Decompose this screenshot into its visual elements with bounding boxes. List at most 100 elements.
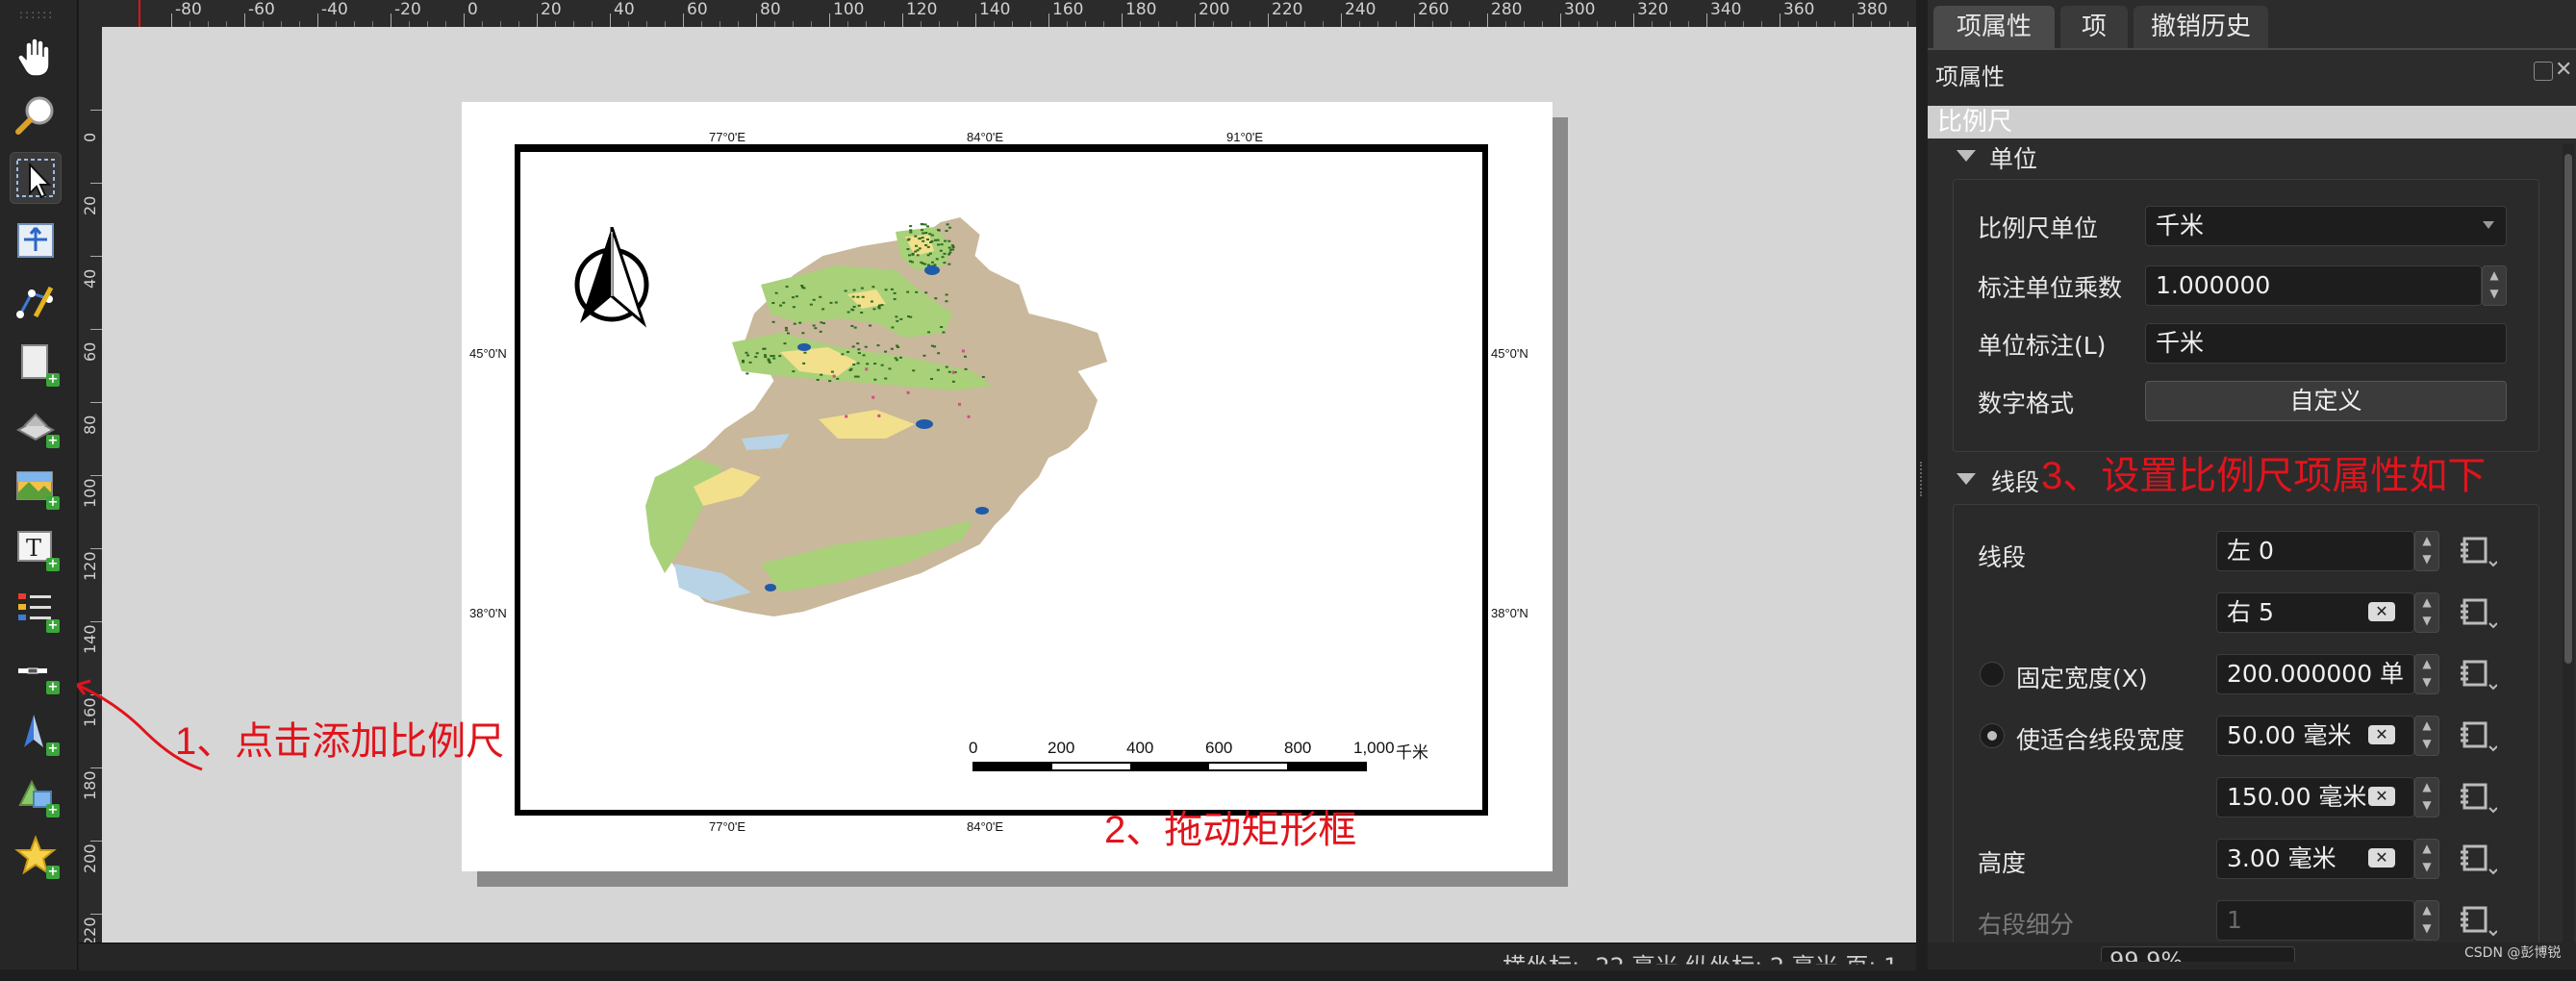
forest-pixel [951,248,955,251]
right-subdiv-field[interactable]: 1 [2216,900,2414,941]
forest-pixel [871,286,875,289]
forest-pixel [921,223,924,226]
multiplier-spinner[interactable]: ▲ ▼ [2482,265,2507,306]
forest-pixel [926,245,930,248]
forest-pixel [890,347,894,350]
panel-scrollbar-thumb[interactable] [2564,154,2572,664]
fixed-width-label[interactable]: 固定宽度(X) [2016,660,2148,694]
grid-label-top-3: 91°0'E [1226,130,1264,144]
collapse-units-icon[interactable] [1957,150,1976,162]
data-defined-override-icon[interactable] [2459,841,2503,881]
collapse-segments-icon[interactable] [1957,473,1976,485]
segments-group-title[interactable]: 线段 [1991,464,2039,498]
forest-pixel [935,258,939,261]
float-panel-icon[interactable] [2534,62,2553,81]
add-scalebar-tool[interactable]: + [10,644,62,696]
ruler-label: -20 [394,0,421,19]
ruler-tick [171,13,172,27]
tab-undo-history[interactable]: 撤销历史 [2134,6,2268,48]
pan-tool[interactable] [10,31,62,83]
move-content-icon [17,223,54,258]
tab-items[interactable]: 项 [2060,6,2128,48]
tab-item-properties[interactable]: 项属性 [1933,6,2055,48]
clear-icon[interactable]: ✕ [2368,602,2395,621]
custom-format-button[interactable]: 自定义 [2145,381,2507,421]
multiplier-field[interactable]: 1.000000 [2145,265,2482,306]
annotation-step3: 3、设置比例尺项属性如下 [2041,455,2487,497]
forest-pixel [880,304,884,307]
segments-left-spinner[interactable]: ▲ ▼ [2414,531,2439,571]
fixed-width-radio[interactable] [1980,662,2005,687]
add-legend-tool[interactable]: + [10,583,62,635]
forest-pixel [742,360,745,363]
ruler-label: 80 [81,415,99,435]
panel-splitter[interactable] [1916,0,1928,969]
scalebar-item[interactable]: 0 200 400 600 800 1,000 千米 [969,739,1434,777]
add-north-arrow-tool[interactable]: + [10,706,62,758]
ruler-tick [90,402,102,403]
fit-width-label[interactable]: 使适合线段宽度 [2016,721,2185,756]
ruler-label: 40 [81,268,99,289]
zoom-combo[interactable]: 99.9% [2101,946,2295,962]
fit-width-radio[interactable] [1980,723,2005,748]
add-marker-tool[interactable]: + [10,829,62,881]
forest-pixel [785,286,789,289]
add-3d-map-tool[interactable]: + [10,398,62,450]
right-subdiv-spinner[interactable]: ▲ ▼ [2414,900,2439,941]
scale-units-combo[interactable]: 千米 [2145,206,2507,246]
ruler-tick [610,13,611,27]
forest-pixel [850,324,854,327]
forest-pixel [856,342,860,345]
fixed-width-field[interactable]: 200.000000 单 [2216,654,2414,694]
data-defined-override-icon[interactable] [2459,717,2503,758]
scalebar-tick-label: 800 [1284,739,1312,757]
fit-min-spinner[interactable]: ▲ ▼ [2414,716,2439,756]
move-content-tool[interactable] [10,214,62,265]
forest-pixel [933,345,937,348]
forest-pixel [946,223,949,226]
horizontal-ruler[interactable]: -80 -60 -40 -20 0 20 40 60 80 100 120 140 160 180 200 2… [79,0,1916,28]
zoom-tool[interactable] [10,88,62,140]
add-label-tool[interactable]: T + [10,521,62,573]
data-defined-override-icon[interactable] [2459,779,2503,819]
vertical-ruler[interactable]: 0 20 40 60 80 100 120 140 160 180 200 220 [79,27,103,946]
ruler-tick [90,548,102,549]
forest-pixel [748,361,752,364]
close-panel-icon[interactable]: ✕ [2555,58,2572,82]
data-defined-override-icon[interactable] [2459,902,2503,943]
segments-left-field[interactable]: 左 0 [2216,531,2414,571]
forest-pixel [822,322,826,325]
map-item[interactable]: 0 200 400 600 800 1,000 千米 [515,144,1488,816]
clear-icon[interactable]: ✕ [2368,725,2395,744]
forest-pixel [853,375,857,378]
add-shape-tool[interactable]: + [10,767,62,819]
select-tool[interactable] [10,152,62,204]
forest-pixel [922,232,925,235]
fit-max-spinner[interactable]: ▲ ▼ [2414,777,2439,818]
add-picture-tool[interactable]: + [10,460,62,512]
ruler-tick [90,256,102,257]
north-arrow-item[interactable] [568,227,655,333]
clear-icon[interactable]: ✕ [2368,787,2395,806]
forest-pixel [922,354,926,357]
toolbar-grip[interactable]: :::::: [19,8,58,21]
units-group-title[interactable]: 单位 [1989,140,2037,175]
splitter-handle[interactable] [1920,462,1926,496]
fixed-width-spinner[interactable]: ▲ ▼ [2414,654,2439,694]
data-defined-override-icon[interactable] [2459,594,2503,635]
data-defined-override-icon[interactable] [2459,656,2503,696]
segments-right-spinner[interactable]: ▲ ▼ [2414,592,2439,633]
unit-label-field[interactable]: 千米 [2145,323,2507,364]
forest-pixel [909,225,913,228]
data-defined-override-icon[interactable] [2459,533,2503,573]
ruler-tick [1195,13,1196,27]
forest-pixel [852,289,856,291]
forest-pixel [763,354,767,357]
clear-icon[interactable]: ✕ [2368,848,2395,868]
add-page-tool[interactable]: + [10,337,62,389]
height-spinner[interactable]: ▲ ▼ [2414,839,2439,879]
forest-pixel [981,375,985,378]
forest-pixel [841,353,845,356]
edit-nodes-tool[interactable] [10,275,62,327]
forest-pixel [785,329,789,332]
